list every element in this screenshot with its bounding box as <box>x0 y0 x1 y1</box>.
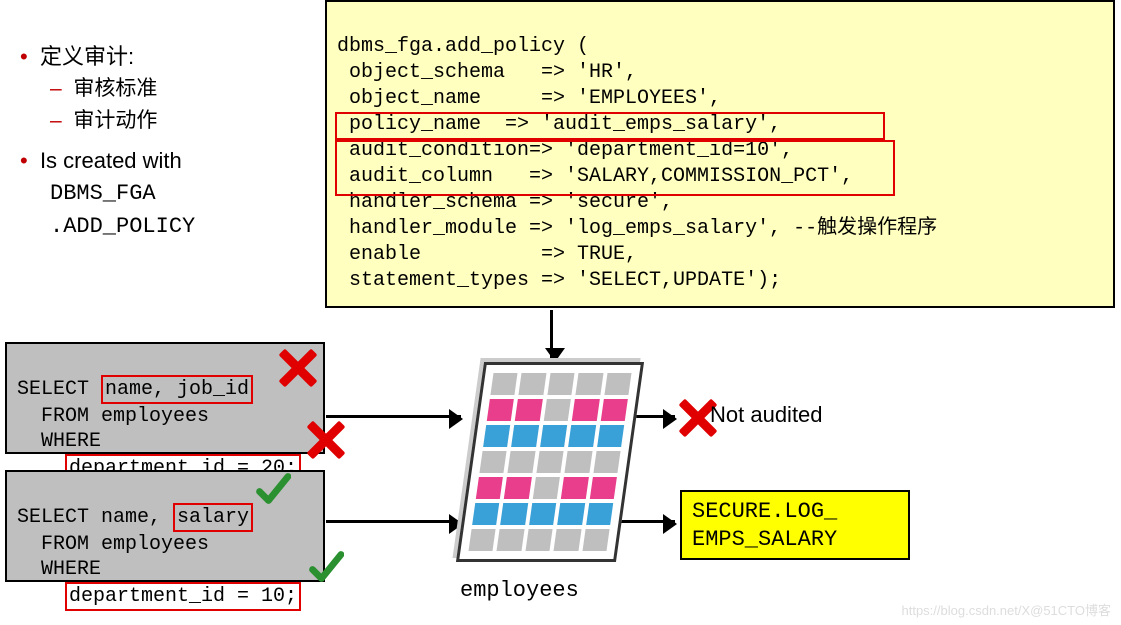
sql2-l1a: SELECT name, <box>17 506 173 529</box>
bullet-1-text: 定义审计: <box>40 44 134 69</box>
bullet-1a: – 审核标准 <box>50 73 320 105</box>
bullet-1: • 定义审计: <box>20 40 320 73</box>
highlight-audit-column-handler <box>335 140 895 196</box>
bullet-list: • 定义审计: – 审核标准 – 审计动作 • Is created with … <box>20 40 320 243</box>
sql-box-1: SELECT name, job_id FROM employees WHERE… <box>5 342 325 454</box>
secure-log-line2: EMPS_SALARY <box>692 526 898 554</box>
sql2-l2: FROM employees <box>17 533 209 556</box>
secure-log-line1: SECURE.LOG_ <box>692 498 898 526</box>
check-mark-icon <box>308 550 344 586</box>
sql2-l4a <box>17 585 65 608</box>
arrow-sql1-to-table <box>326 415 461 418</box>
arrow-sql2-to-table <box>326 520 461 523</box>
arrow-code-to-table <box>550 310 553 360</box>
highlight-audit-condition <box>335 112 885 140</box>
sql1-l2: FROM employees <box>17 405 209 428</box>
secure-log-box: SECURE.LOG_ EMPS_SALARY <box>680 490 910 560</box>
code-line-10: statement_types => 'SELECT,UPDATE'); <box>337 269 781 292</box>
sql2-highlight-where: department_id = 10; <box>65 582 301 611</box>
sql1-l3: WHERE <box>17 430 101 453</box>
bullet-2: • Is created with <box>20 144 320 177</box>
x-mark-icon <box>306 420 346 460</box>
employees-table-icon <box>456 362 644 562</box>
code-line-2: object_schema => 'HR', <box>337 61 637 84</box>
sql2-highlight-cols: salary <box>173 503 253 532</box>
sql1-highlight-cols: name, job_id <box>101 375 253 404</box>
code-line-9: enable => TRUE, <box>337 243 637 266</box>
sql2-l3: WHERE <box>17 558 101 581</box>
employees-label: employees <box>460 578 579 603</box>
not-audited-label: Not audited <box>710 402 823 428</box>
bullet-2b: .ADD_POLICY <box>50 210 320 243</box>
bullet-1b-text: 审计动作 <box>73 109 157 132</box>
bullet-1b: – 审计动作 <box>50 105 320 137</box>
code-line-3: object_name => 'EMPLOYEES', <box>337 87 721 110</box>
bullet-2-text: Is created with <box>40 148 182 173</box>
bullet-1a-text: 审核标准 <box>73 77 157 100</box>
code-line-8: handler_module => 'log_emps_salary', --触… <box>337 217 937 240</box>
watermark: https://blog.csdn.net/X@51CTO博客 <box>902 600 1112 619</box>
check-mark-icon <box>255 472 291 508</box>
sql1-l1a: SELECT <box>17 378 101 401</box>
bullet-2a: DBMS_FGA <box>50 177 320 210</box>
code-line-1: dbms_fga.add_policy ( <box>337 35 589 58</box>
x-mark-icon <box>278 348 318 388</box>
